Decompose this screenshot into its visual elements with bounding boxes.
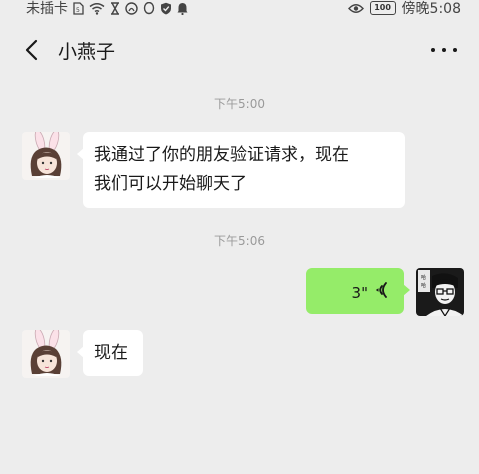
- status-time: 傍晚5:08: [401, 1, 461, 17]
- message-bubble-received[interactable]: 现在: [77, 330, 143, 376]
- voice-wave-icon: [375, 282, 387, 298]
- back-button[interactable]: [22, 38, 42, 62]
- message-timestamp: 下午5:00: [214, 97, 265, 111]
- voice-duration: 3": [351, 284, 368, 302]
- qq-icon-2: [143, 1, 155, 14]
- wifi-icon: [89, 2, 105, 15]
- svg-text:5: 5: [76, 7, 80, 14]
- status-right: 100 傍晚5:08: [347, 0, 461, 18]
- peer-avatar[interactable]: [22, 132, 70, 180]
- voice-message-bubble[interactable]: 3": [306, 268, 410, 314]
- message-bubble-received[interactable]: 我通过了你的朋友验证请求，现在 我们可以开始聊天了: [77, 132, 405, 208]
- peer-avatar[interactable]: [22, 330, 70, 378]
- battery-indicator: 100: [369, 1, 396, 15]
- more-dot-icon: [453, 48, 457, 52]
- carrier-label: 未插卡: [26, 1, 68, 17]
- status-bar: 未插卡 5 100 傍晚5:08: [0, 0, 479, 20]
- chat-header: 小燕子: [0, 20, 479, 80]
- qq-icon: [125, 1, 138, 15]
- hourglass-icon: [111, 1, 119, 15]
- sim-icon: 5: [73, 1, 84, 15]
- avatar-illustration: 哈 哈: [416, 268, 464, 316]
- shield-check-icon: [161, 2, 171, 14]
- chat-title: 小燕子: [58, 41, 116, 63]
- chevron-left-icon: [25, 39, 38, 61]
- more-options-button[interactable]: [431, 38, 457, 62]
- bell-icon: [177, 2, 188, 15]
- my-avatar[interactable]: 哈 哈: [416, 268, 464, 316]
- message-text-line: 现在: [94, 343, 128, 363]
- svg-text:哈: 哈: [421, 274, 426, 281]
- status-left: 未插卡 5: [26, 0, 188, 18]
- more-dot-icon: [442, 48, 446, 52]
- more-dot-icon: [431, 48, 435, 52]
- message-timestamp: 下午5:06: [214, 234, 265, 248]
- message-text-line: 我通过了你的朋友验证请求，现在: [94, 145, 349, 165]
- avatar-illustration: [22, 330, 70, 378]
- avatar-illustration: [22, 132, 70, 180]
- eye-icon: [347, 3, 364, 13]
- message-text-line: 我们可以开始聊天了: [94, 174, 247, 194]
- svg-text:哈: 哈: [421, 282, 426, 289]
